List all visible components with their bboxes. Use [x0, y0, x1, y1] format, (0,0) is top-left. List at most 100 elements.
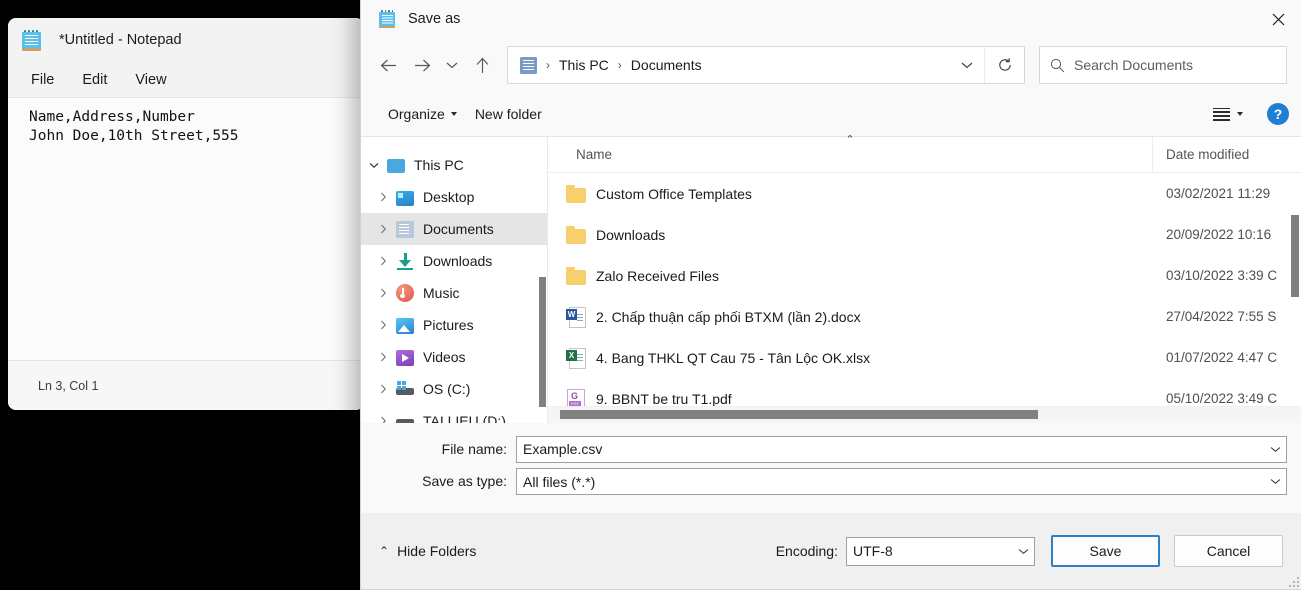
tree-item-this-pc[interactable]: This PC: [361, 149, 548, 181]
breadcrumb-item-this-pc[interactable]: This PC: [553, 54, 615, 76]
file-name-row: File name:: [375, 435, 1287, 463]
tree-item-music[interactable]: Music: [361, 277, 548, 309]
documents-icon: [396, 220, 414, 238]
file-name-combobox[interactable]: [516, 435, 1287, 463]
chevron-right-icon[interactable]: [370, 245, 396, 277]
refresh-icon[interactable]: [984, 47, 1024, 83]
chevron-down-icon: [1237, 112, 1243, 116]
file-date-cell: 01/07/2022 4:47 C: [1166, 350, 1278, 365]
chevron-right-icon[interactable]: [370, 373, 396, 405]
search-box[interactable]: [1039, 46, 1287, 84]
notepad-statusbar: Ln 3, Col 1 100: [8, 360, 364, 410]
chevron-down-icon: [450, 112, 457, 116]
table-row[interactable]: Custom Office Templates 03/02/2021 11:29: [548, 173, 1301, 214]
address-bar[interactable]: › This PC › Documents: [507, 46, 1025, 84]
organize-button[interactable]: Organize: [379, 100, 466, 128]
new-folder-button[interactable]: New folder: [466, 100, 551, 128]
save-as-type-value: All files (*.*): [523, 474, 596, 490]
column-header-name[interactable]: ⌃ Name: [548, 134, 1153, 173]
tree-item-label: TAI LIEU (D:): [423, 413, 506, 423]
tree-item-pictures[interactable]: Pictures: [361, 309, 548, 341]
hide-folders-label: Hide Folders: [397, 543, 477, 559]
hide-folders-button[interactable]: ⌃ Hide Folders: [375, 539, 480, 563]
help-icon[interactable]: ?: [1267, 103, 1289, 125]
menu-file[interactable]: File: [20, 68, 65, 92]
downloads-icon: [396, 252, 414, 270]
breadcrumb-separator: ›: [617, 58, 622, 72]
file-date-cell: 03/10/2022 3:39 C: [1166, 268, 1278, 283]
tree-item-label: Desktop: [423, 189, 475, 205]
folder-icon: [566, 267, 586, 285]
file-date-cell: 20/09/2022 10:16: [1166, 227, 1272, 242]
save-as-dialog: Save as › This PC › Documents Search Doc…: [360, 0, 1301, 590]
breadcrumb-item-documents[interactable]: Documents: [625, 54, 708, 76]
file-list-vertical-scrollbar[interactable]: [1291, 215, 1299, 297]
tree-item-videos[interactable]: Videos: [361, 341, 548, 373]
scrollbar-thumb[interactable]: [560, 410, 1038, 419]
dialog-title: Save as: [408, 11, 461, 27]
tree-item-label: This PC: [414, 157, 464, 173]
notepad-title: *Untitled - Notepad: [59, 32, 182, 48]
file-list-header: ⌃ Name Date modified: [548, 134, 1301, 173]
arrow-up-icon[interactable]: [465, 48, 499, 82]
table-row[interactable]: Downloads 20/09/2022 10:16: [548, 214, 1301, 255]
search-input[interactable]: [1074, 57, 1286, 73]
column-header-date-modified[interactable]: Date modified: [1153, 137, 1301, 173]
tree-item-documents[interactable]: Documents: [361, 213, 548, 245]
file-name-cell: Downloads: [548, 226, 1153, 244]
save-as-type-combobox[interactable]: All files (*.*): [516, 467, 1287, 495]
menu-edit[interactable]: Edit: [71, 68, 118, 92]
arrow-left-icon[interactable]: [371, 48, 405, 82]
file-name-cell: Zalo Received Files: [548, 267, 1153, 285]
file-list-horizontal-scrollbar[interactable]: [548, 406, 1301, 423]
save-form: File name: Save as type: All files (*.*): [361, 423, 1301, 513]
chevron-down-icon[interactable]: [1012, 539, 1034, 564]
file-name-input[interactable]: [517, 441, 1264, 457]
excel-icon: [566, 348, 586, 369]
save-button[interactable]: Save: [1051, 535, 1160, 567]
tree-scrollbar[interactable]: [539, 277, 546, 407]
menu-view[interactable]: View: [124, 68, 177, 92]
tree-item-downloads[interactable]: Downloads: [361, 245, 548, 277]
arrow-right-icon[interactable]: [405, 48, 439, 82]
close-icon[interactable]: [1255, 0, 1301, 38]
dialog-body: This PC Desktop Documents Downloads Musi…: [361, 134, 1301, 423]
column-header-label: Name: [576, 147, 613, 162]
table-row[interactable]: 4. Bang THKL QT Cau 75 - Tân Lộc OK.xlsx…: [548, 337, 1301, 378]
chevron-down-icon[interactable]: [950, 47, 984, 83]
file-name-label: Custom Office Templates: [596, 185, 752, 202]
navigation-tree: This PC Desktop Documents Downloads Musi…: [361, 137, 548, 423]
chevron-right-icon[interactable]: [370, 181, 396, 213]
cancel-button[interactable]: Cancel: [1174, 535, 1283, 567]
chevron-down-icon[interactable]: [361, 149, 387, 181]
encoding-combobox[interactable]: UTF-8: [846, 536, 1035, 566]
tree-item-desktop[interactable]: Desktop: [361, 181, 548, 213]
tree-item-os-c[interactable]: OS (C:): [361, 373, 548, 405]
table-row[interactable]: Zalo Received Files 03/10/2022 3:39 C: [548, 255, 1301, 296]
pictures-icon: [396, 317, 414, 334]
tree-item-label: Videos: [423, 349, 466, 365]
videos-icon: [396, 349, 414, 366]
file-list-pane: ⌃ Name Date modified Custom Office Templ…: [548, 134, 1301, 423]
chevron-right-icon[interactable]: [370, 309, 396, 341]
resize-grip[interactable]: [1287, 575, 1299, 587]
pc-icon: [387, 159, 405, 173]
cursor-position: Ln 3, Col 1: [38, 378, 99, 393]
chevron-right-icon[interactable]: [370, 341, 396, 373]
table-row[interactable]: PDF 9. BBNT be tru T1.pdf 05/10/2022 3:4…: [548, 378, 1301, 406]
chevron-down-icon[interactable]: [1264, 437, 1286, 462]
chevron-right-icon[interactable]: [370, 213, 396, 245]
documents-icon: [520, 56, 537, 74]
chevron-down-icon[interactable]: [439, 48, 465, 82]
view-options-button[interactable]: [1207, 102, 1249, 127]
table-row[interactable]: 2. Chấp thuận cấp phối BTXM (lần 2).docx…: [548, 296, 1301, 337]
notepad-window: *Untitled - Notepad File Edit View Name,…: [8, 18, 364, 410]
tree-item-tai-lieu-d[interactable]: TAI LIEU (D:): [361, 405, 548, 423]
chevron-right-icon[interactable]: [370, 277, 396, 309]
chevron-down-icon[interactable]: [1264, 469, 1286, 494]
notepad-text-area[interactable]: Name,Address,Number John Doe,10th Street…: [8, 98, 364, 360]
folder-icon: [566, 226, 586, 244]
navigation-bar: › This PC › Documents: [361, 38, 1301, 92]
chevron-right-icon[interactable]: [370, 405, 396, 423]
file-name-label: Downloads: [596, 226, 666, 243]
